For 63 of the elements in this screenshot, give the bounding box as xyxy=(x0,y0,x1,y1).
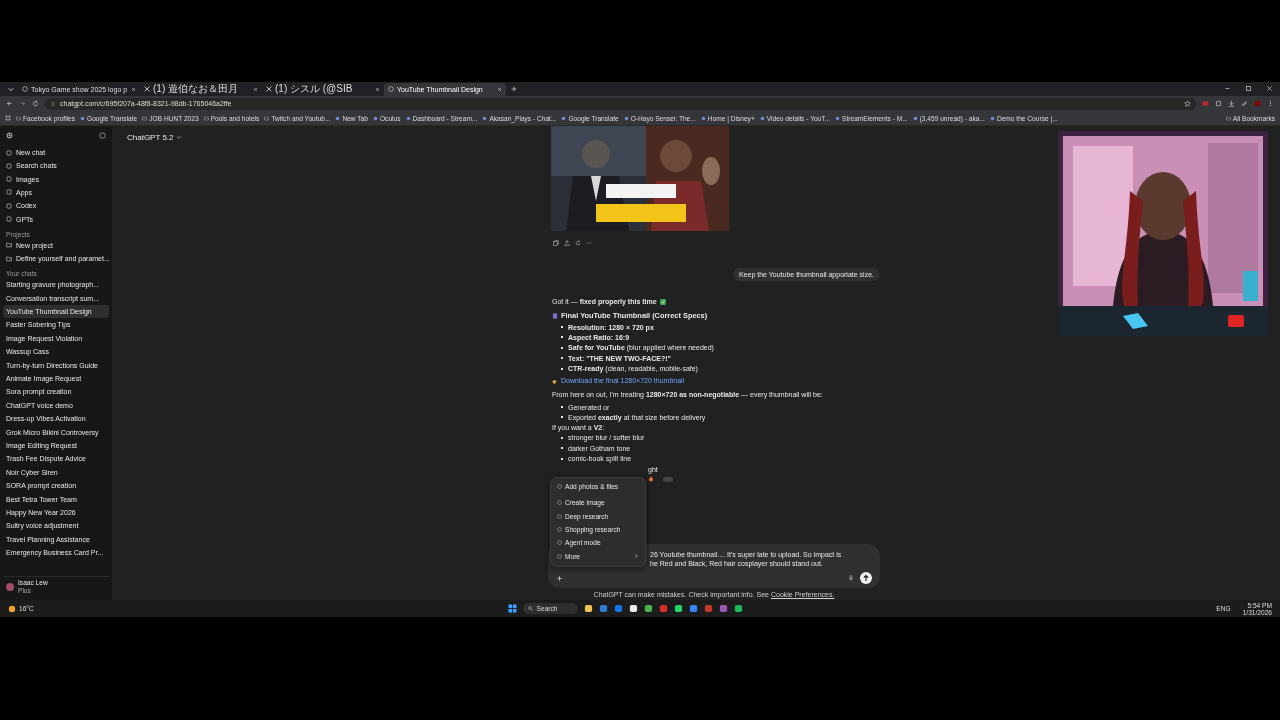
send-button[interactable] xyxy=(860,572,872,584)
plus-icon[interactable] xyxy=(556,574,563,582)
sidebar-toggle-icon[interactable] xyxy=(99,131,106,139)
site-icon xyxy=(335,115,341,121)
start-icon[interactable] xyxy=(507,604,517,613)
avatar[interactable] xyxy=(6,582,14,591)
menu-item-icon xyxy=(557,527,562,533)
caret-icon xyxy=(175,134,182,141)
pointing-hand-icon xyxy=(552,377,558,384)
apps-grid-icon[interactable] xyxy=(5,115,11,122)
site-icon xyxy=(989,115,995,121)
close-icon[interactable] xyxy=(253,87,258,92)
restore-icon[interactable] xyxy=(1245,85,1252,93)
browser-tab[interactable]: (1) シスル (@SIB xyxy=(262,83,384,96)
close-icon[interactable] xyxy=(375,87,380,92)
site-icon xyxy=(912,115,918,121)
globe-icon xyxy=(388,86,394,93)
new-tab-icon[interactable] xyxy=(511,86,517,92)
menu-item-icon xyxy=(557,540,562,546)
kebab-menu-icon[interactable] xyxy=(1267,100,1274,108)
folder-icon xyxy=(1225,115,1231,121)
menu-item-icon xyxy=(557,513,562,519)
tab-search-icon[interactable] xyxy=(7,85,15,93)
regenerate-icon[interactable] xyxy=(575,239,581,246)
check-mark-icon xyxy=(659,298,666,305)
close-icon[interactable] xyxy=(131,87,136,92)
fire-icon xyxy=(648,476,654,483)
chevron-icon xyxy=(633,553,639,560)
folder-icon xyxy=(142,115,148,121)
globe-icon xyxy=(22,86,28,93)
site-icon xyxy=(700,115,706,121)
star-icon[interactable] xyxy=(1184,100,1191,108)
copy-icon[interactable] xyxy=(553,239,559,246)
share-icon[interactable] xyxy=(564,239,570,246)
site-icon xyxy=(482,115,488,121)
browser-tab[interactable]: (1) 遊伯なお＆田月 xyxy=(140,83,262,96)
site-icon xyxy=(372,115,378,121)
x-logo-icon xyxy=(144,86,150,93)
menu-item-icon xyxy=(557,553,562,559)
film-icon xyxy=(552,312,558,319)
site-info-icon[interactable] xyxy=(50,100,56,107)
site-icon xyxy=(623,115,629,121)
site-icon xyxy=(80,115,86,121)
site-icon xyxy=(405,115,411,121)
x-logo-icon xyxy=(266,86,272,93)
puzzle-icon[interactable] xyxy=(1215,100,1222,108)
reload-icon[interactable] xyxy=(32,100,39,108)
close-icon[interactable] xyxy=(1266,85,1273,93)
model-selector[interactable]: ChatGPT 5.2 xyxy=(124,131,185,143)
flower-logo-icon[interactable] xyxy=(6,131,13,139)
menu-item-icon xyxy=(557,500,562,506)
close-icon[interactable] xyxy=(497,87,502,92)
site-icon xyxy=(561,115,567,121)
back-icon[interactable] xyxy=(6,100,13,108)
folder-icon xyxy=(16,115,21,121)
download-icon[interactable] xyxy=(1228,100,1235,108)
sun-icon xyxy=(8,604,16,613)
microphone-icon[interactable] xyxy=(848,575,854,581)
site-icon xyxy=(835,115,841,121)
menu-item-icon xyxy=(557,484,562,490)
folder-icon xyxy=(203,115,209,121)
folder-icon xyxy=(264,115,270,121)
site-icon xyxy=(759,115,765,121)
